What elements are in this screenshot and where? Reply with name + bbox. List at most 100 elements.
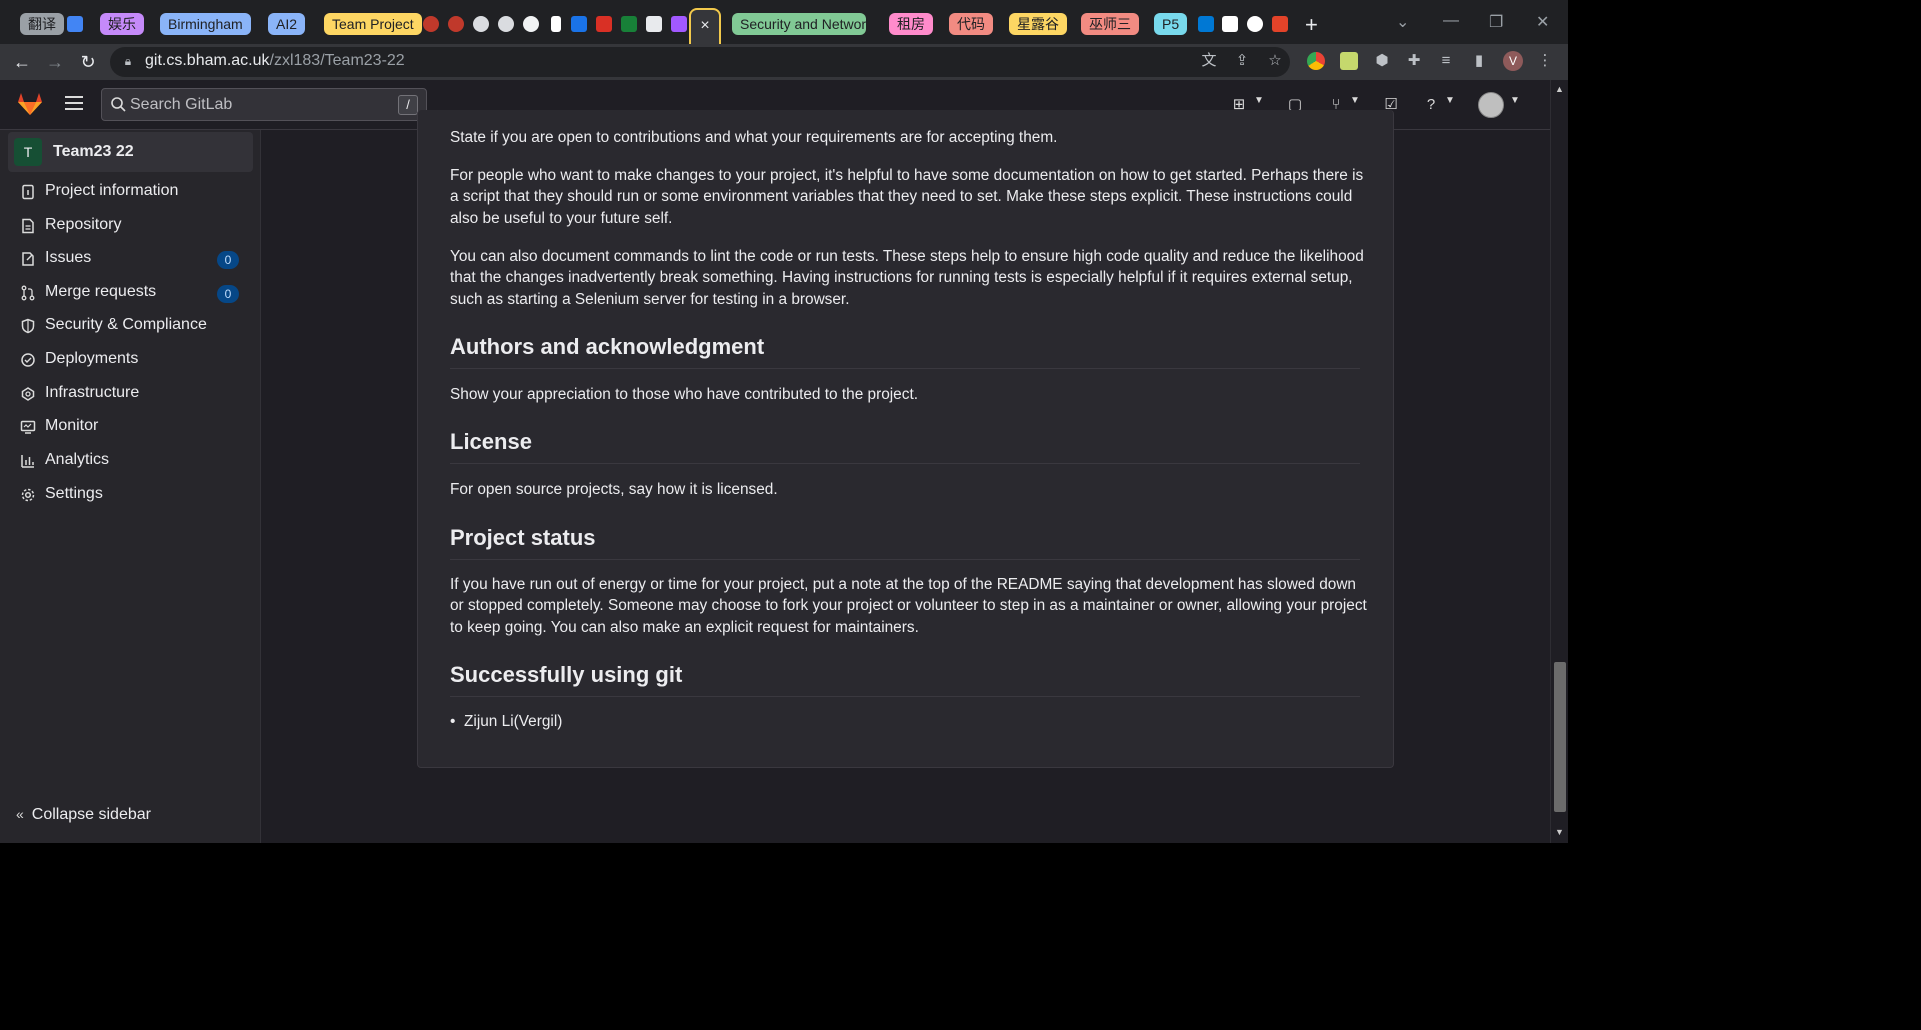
- help-icon[interactable]: ?: [1421, 95, 1441, 115]
- extension-icon[interactable]: ⬢: [1373, 52, 1391, 70]
- sidebar-item-issues[interactable]: Issues 0: [8, 243, 253, 275]
- share-icon[interactable]: ⇪: [1233, 52, 1251, 70]
- gitlab-icon[interactable]: [1272, 16, 1288, 32]
- issues-icon: [22, 252, 34, 266]
- search-placeholder: Search GitLab: [130, 96, 233, 113]
- project-sidebar: T Team23 22 Project information Reposito…: [0, 130, 261, 843]
- tab-group-4[interactable]: Team Project: [324, 13, 422, 35]
- minimize-button[interactable]: —: [1443, 12, 1459, 30]
- merge-requests-count-badge: 0: [217, 285, 239, 303]
- github-icon[interactable]: [523, 16, 539, 32]
- double-chevron-left-icon: «: [16, 806, 24, 822]
- site-favicon[interactable]: [596, 16, 612, 32]
- url-text[interactable]: git.cs.bham.ac.uk/zxl183/Team23-22: [145, 52, 405, 70]
- site-favicon[interactable]: [551, 16, 561, 32]
- tab-group-1[interactable]: 娱乐: [100, 13, 144, 35]
- tab-group-6[interactable]: 租房: [889, 13, 933, 35]
- tab-group-3[interactable]: AI2: [268, 13, 306, 35]
- sidebar-item-monitor[interactable]: Monitor: [8, 411, 253, 443]
- menu-icon[interactable]: ⋮: [1536, 52, 1554, 70]
- readme-heading: Project status: [450, 525, 1360, 560]
- site-favicon[interactable]: [646, 16, 662, 32]
- chevron-down-icon[interactable]: ▼: [1350, 95, 1360, 106]
- readme-paragraph: Show your appreciation to those who have…: [450, 386, 918, 403]
- sidebar-item-project-information[interactable]: Project information: [8, 176, 253, 208]
- search-input[interactable]: Search GitLab /: [101, 88, 427, 121]
- screen-margin-bottom: [0, 843, 1568, 1030]
- site-favicon[interactable]: [571, 16, 587, 32]
- close-window-button[interactable]: ✕: [1536, 12, 1549, 32]
- chevron-down-icon[interactable]: ▼: [1510, 95, 1520, 106]
- media-control-icon[interactable]: ≡: [1437, 52, 1455, 70]
- site-favicon[interactable]: [448, 16, 464, 32]
- sidebar-item-label: Security & Compliance: [45, 316, 207, 333]
- figma-icon[interactable]: [671, 16, 687, 32]
- reload-icon[interactable]: ↻: [76, 50, 100, 74]
- cloud-icon: [21, 387, 35, 401]
- side-panel-icon[interactable]: ▮: [1470, 52, 1488, 70]
- new-tab-button[interactable]: +: [1305, 12, 1318, 38]
- profile-avatar[interactable]: V: [1503, 51, 1523, 71]
- forward-icon[interactable]: →: [43, 50, 67, 74]
- translate-icon[interactable]: [67, 16, 83, 32]
- tab-strip: 翻译 娱乐 Birmingham AI2 Team Project × Secu…: [0, 0, 1568, 44]
- site-favicon[interactable]: [621, 16, 637, 32]
- maximize-button[interactable]: ❐: [1489, 12, 1503, 32]
- tab-group-2[interactable]: Birmingham: [160, 13, 251, 35]
- hamburger-menu-icon[interactable]: [65, 96, 83, 110]
- sidebar-item-infrastructure[interactable]: Infrastructure: [8, 378, 253, 410]
- main-content: State if you are open to contributions a…: [261, 110, 1550, 843]
- sidebar-item-label: Issues: [45, 249, 92, 266]
- collapse-sidebar-button[interactable]: « Collapse sidebar: [16, 806, 151, 824]
- scroll-down-arrow-icon[interactable]: ▼: [1555, 827, 1564, 837]
- sidebar-item-security-compliance[interactable]: Security & Compliance: [8, 310, 253, 342]
- translate-page-icon[interactable]: 文: [1200, 52, 1218, 70]
- user-avatar[interactable]: [1478, 92, 1504, 118]
- sidebar-item-analytics[interactable]: Analytics: [8, 445, 253, 477]
- browser-window: 翻译 娱乐 Birmingham AI2 Team Project × Secu…: [0, 0, 1568, 843]
- tab-group-10[interactable]: P5: [1154, 13, 1188, 35]
- amazon-icon[interactable]: [1222, 16, 1238, 32]
- extension-icon[interactable]: [1307, 52, 1325, 70]
- readme-heading: Successfully using git: [450, 662, 1360, 697]
- puzzle-icon[interactable]: ✚: [1405, 52, 1423, 70]
- chevron-down-icon[interactable]: ▼: [1254, 95, 1264, 106]
- project-context[interactable]: T Team23 22: [8, 132, 253, 172]
- sidebar-item-label: Deployments: [45, 350, 139, 367]
- tab-group-9[interactable]: 巫师三: [1081, 13, 1139, 35]
- globe-icon[interactable]: [498, 16, 514, 32]
- gitlab-logo[interactable]: [17, 92, 43, 116]
- active-tab[interactable]: ×: [689, 8, 721, 44]
- outlook-icon[interactable]: [1198, 16, 1214, 32]
- tab-group-5[interactable]: Security and Networ: [732, 13, 866, 35]
- google-icon[interactable]: [1247, 16, 1263, 32]
- extension-icon[interactable]: [1340, 52, 1358, 70]
- sidebar-item-deployments[interactable]: Deployments: [8, 344, 253, 376]
- back-icon[interactable]: ←: [10, 50, 34, 74]
- sidebar-item-settings[interactable]: Settings: [8, 479, 253, 511]
- shield-icon: [21, 318, 35, 334]
- site-favicon[interactable]: [423, 16, 439, 32]
- globe-icon[interactable]: [473, 16, 489, 32]
- chevron-down-icon[interactable]: ▼: [1445, 95, 1455, 106]
- tab-group-7[interactable]: 代码: [949, 13, 993, 35]
- sidebar-item-label: Repository: [45, 216, 122, 233]
- lock-icon[interactable]: 🔒︎: [119, 52, 137, 70]
- screen-margin-right: [1568, 0, 1921, 1030]
- scrollbar-thumb[interactable]: [1554, 662, 1566, 812]
- close-icon[interactable]: ×: [700, 17, 709, 34]
- page-scrollbar[interactable]: ▲ ▼: [1550, 80, 1568, 843]
- url-host: git.cs.bham.ac.uk: [145, 52, 270, 69]
- sidebar-item-label: Monitor: [45, 417, 99, 434]
- bookmark-star-icon[interactable]: ☆: [1266, 52, 1284, 70]
- readme-paragraph: State if you are open to contributions a…: [450, 129, 1058, 146]
- tab-group-0[interactable]: 翻译: [20, 13, 64, 35]
- sidebar-item-repository[interactable]: Repository: [8, 210, 253, 242]
- tab-search-button[interactable]: ⌄: [1396, 12, 1409, 32]
- collapse-sidebar-label: Collapse sidebar: [31, 806, 151, 823]
- tab-group-8[interactable]: 星露谷: [1009, 13, 1067, 35]
- deployments-icon: [21, 353, 35, 367]
- sidebar-item-merge-requests[interactable]: Merge requests 0: [8, 277, 253, 309]
- scroll-up-arrow-icon[interactable]: ▲: [1555, 84, 1564, 94]
- readme-heading: License: [450, 429, 1360, 464]
